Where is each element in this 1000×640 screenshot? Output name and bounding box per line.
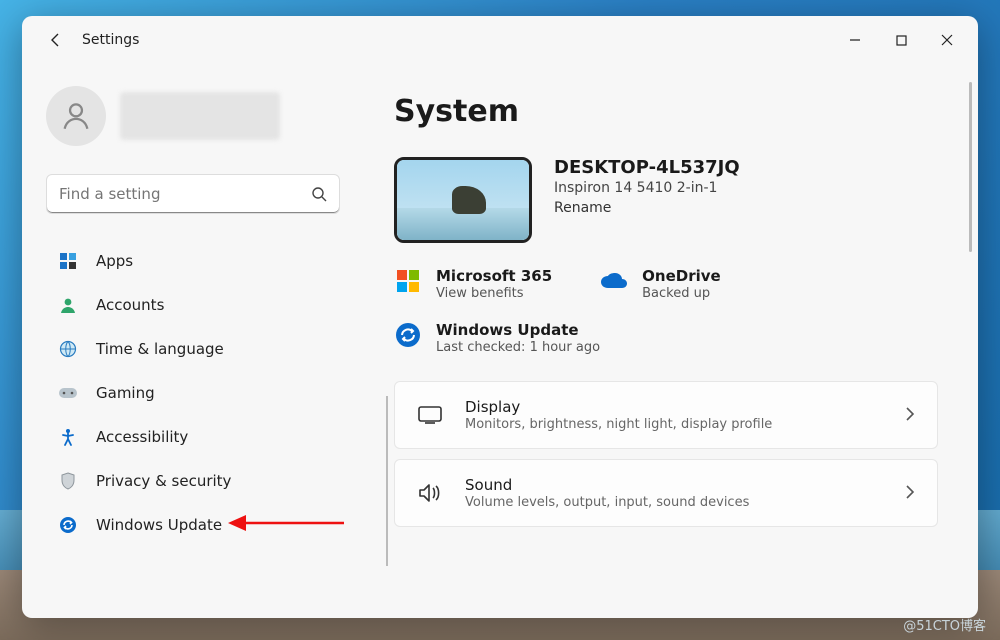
service-tile-row: Microsoft 365 View benefits OneDrive Bac… xyxy=(394,267,938,301)
tile-sub: Backed up xyxy=(642,286,721,301)
sidebar-item-apps[interactable]: Apps xyxy=(46,240,340,282)
sidebar-item-gaming[interactable]: Gaming xyxy=(46,372,340,414)
content-area: System DESKTOP-4L537JQ Inspiron 14 5410 … xyxy=(364,64,978,618)
search-input[interactable] xyxy=(59,185,311,203)
card-sub: Monitors, brightness, night light, displ… xyxy=(465,417,772,432)
tile-microsoft-365[interactable]: Microsoft 365 View benefits xyxy=(394,267,552,301)
card-sub: Volume levels, output, input, sound devi… xyxy=(465,495,749,510)
arrow-left-icon xyxy=(48,32,64,48)
profile-name-redacted xyxy=(120,92,280,140)
device-name: DESKTOP-4L537JQ xyxy=(554,157,740,178)
window-title: Settings xyxy=(82,32,139,48)
chevron-right-icon xyxy=(905,484,915,503)
update-circle-icon xyxy=(394,321,422,349)
tile-title: OneDrive xyxy=(642,267,721,285)
microsoft-logo-icon xyxy=(394,267,422,295)
sidebar-item-label: Apps xyxy=(96,252,133,270)
maximize-button[interactable] xyxy=(878,24,924,56)
sidebar-item-accounts[interactable]: Accounts xyxy=(46,284,340,326)
rename-link[interactable]: Rename xyxy=(554,200,740,216)
window-body: Apps Accounts Time & language Gaming Acc… xyxy=(22,64,978,618)
sidebar-item-windows-update[interactable]: Windows Update xyxy=(46,504,340,546)
device-row: DESKTOP-4L537JQ Inspiron 14 5410 2-in-1 … xyxy=(394,157,938,243)
search-box[interactable] xyxy=(46,174,340,214)
sidebar-item-accessibility[interactable]: Accessibility xyxy=(46,416,340,458)
card-title: Display xyxy=(465,398,772,416)
profile-block[interactable] xyxy=(46,86,340,146)
window-controls xyxy=(832,24,970,56)
close-button[interactable] xyxy=(924,24,970,56)
shield-icon xyxy=(58,471,78,491)
sound-icon xyxy=(417,480,443,506)
search-icon xyxy=(311,186,327,202)
person-icon xyxy=(59,99,93,133)
chevron-right-icon xyxy=(905,406,915,425)
page-heading: System xyxy=(394,94,938,129)
maximize-icon xyxy=(896,35,907,46)
titlebar: Settings xyxy=(22,16,978,64)
tile-title: Microsoft 365 xyxy=(436,267,552,285)
onedrive-icon xyxy=(600,267,628,295)
device-info: DESKTOP-4L537JQ Inspiron 14 5410 2-in-1 … xyxy=(554,157,740,216)
card-display[interactable]: Display Monitors, brightness, night ligh… xyxy=(394,381,938,449)
accounts-icon xyxy=(58,295,78,315)
back-button[interactable] xyxy=(40,24,72,56)
nav-list: Apps Accounts Time & language Gaming Acc… xyxy=(46,240,340,546)
sidebar-item-label: Time & language xyxy=(96,340,224,358)
minimize-icon xyxy=(849,34,861,46)
content-scroll-indicator[interactable] xyxy=(969,82,972,252)
tile-sub: Last checked: 1 hour ago xyxy=(436,340,600,355)
tile-windows-update[interactable]: Windows Update Last checked: 1 hour ago xyxy=(394,321,938,355)
device-thumbnail[interactable] xyxy=(394,157,532,243)
minimize-button[interactable] xyxy=(832,24,878,56)
settings-window: Settings Apps xyxy=(22,16,978,618)
sidebar: Apps Accounts Time & language Gaming Acc… xyxy=(22,64,364,618)
display-icon xyxy=(417,402,443,428)
sidebar-item-label: Accounts xyxy=(96,296,164,314)
tile-sub: View benefits xyxy=(436,286,552,301)
close-icon xyxy=(941,34,953,46)
card-title: Sound xyxy=(465,476,749,494)
sidebar-item-privacy-security[interactable]: Privacy & security xyxy=(46,460,340,502)
tile-onedrive[interactable]: OneDrive Backed up xyxy=(600,267,721,301)
sidebar-item-time-language[interactable]: Time & language xyxy=(46,328,340,370)
sidebar-item-label: Privacy & security xyxy=(96,472,231,490)
card-sound[interactable]: Sound Volume levels, output, input, soun… xyxy=(394,459,938,527)
apps-icon xyxy=(58,251,78,271)
gaming-icon xyxy=(58,383,78,403)
avatar xyxy=(46,86,106,146)
sidebar-item-label: Gaming xyxy=(96,384,155,402)
device-model: Inspiron 14 5410 2-in-1 xyxy=(554,180,740,196)
globe-icon xyxy=(58,339,78,359)
update-icon xyxy=(58,515,78,535)
sidebar-item-label: Windows Update xyxy=(96,516,222,534)
watermark: @51CTO博客 xyxy=(903,615,986,634)
accessibility-icon xyxy=(58,427,78,447)
tile-title: Windows Update xyxy=(436,321,600,339)
sidebar-item-label: Accessibility xyxy=(96,428,188,446)
